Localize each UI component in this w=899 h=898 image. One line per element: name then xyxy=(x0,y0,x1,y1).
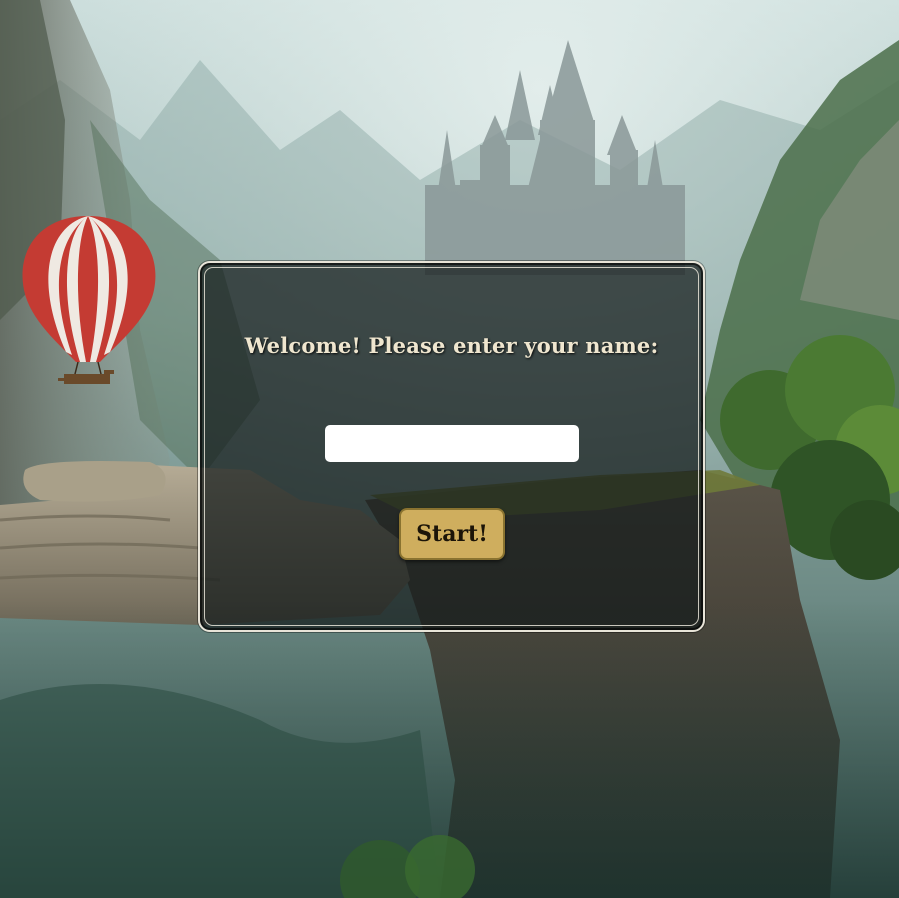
name-prompt-label: Welcome! Please enter your name: xyxy=(244,333,659,358)
welcome-dialog: Welcome! Please enter your name: Start! xyxy=(198,261,705,632)
start-button[interactable]: Start! xyxy=(399,508,505,560)
name-input[interactable] xyxy=(325,425,579,462)
